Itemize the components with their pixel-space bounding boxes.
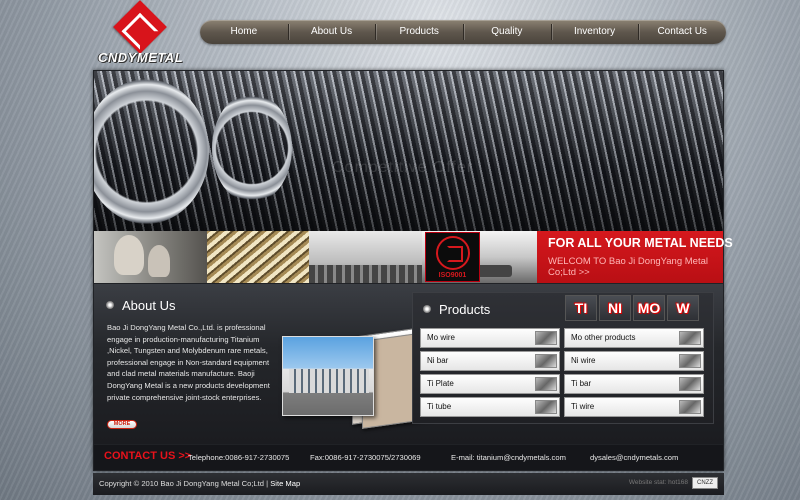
product-ti-plate[interactable]: Ti Plate: [420, 374, 560, 394]
iso-logo-icon: [436, 236, 470, 270]
thumb-workers: [94, 231, 207, 283]
hero-caption: Competitive Offer: [332, 159, 474, 176]
product-ni-wire[interactable]: Ni wire: [564, 351, 704, 371]
product-thumbnail: [679, 377, 701, 391]
product-label: Ni wire: [571, 356, 596, 365]
products-heading: Products: [423, 302, 490, 317]
about-text: Bao Ji DongYang Metal Co.,Ltd. is profes…: [107, 323, 270, 402]
product-mo-other[interactable]: Mo other products: [564, 328, 704, 348]
metal-tabs: TI NI MO W: [565, 295, 699, 321]
product-thumbnail: [679, 331, 701, 345]
flange-ring-image: [94, 79, 209, 224]
logo-wordmark: CNDYMETAL: [98, 50, 184, 65]
product-label: Ti Plate: [427, 379, 454, 388]
product-thumbnail: [535, 331, 557, 345]
bullet-icon: [106, 301, 114, 309]
tagline-box: FOR ALL YOUR METAL NEEDS WELCOM TO Bao J…: [537, 231, 733, 283]
about-heading: About Us: [106, 298, 175, 313]
site-logo[interactable]: CNDYMETAL: [95, 0, 185, 66]
footer-copyright: Copyright © 2010 Bao Ji DongYang Metal C…: [99, 479, 300, 488]
company-brochure-image: [282, 324, 432, 436]
product-ti-tube[interactable]: Ti tube: [420, 397, 560, 417]
product-label: Ti wire: [571, 402, 595, 411]
product-label: Ti bar: [571, 379, 592, 388]
thumb-factory: [309, 231, 422, 283]
about-title: About Us: [122, 298, 176, 313]
content-area: About Us Bao Ji DongYang Metal Co.,Ltd. …: [94, 284, 723, 444]
contact-email[interactable]: E-mail: titanium@cndymetals.com: [451, 453, 566, 462]
flange-ring-image-small: [212, 93, 292, 203]
contact-bar: CONTACT US >> Telephone:0086-917-2730075…: [94, 445, 723, 470]
building-photo: [282, 336, 374, 416]
more-button[interactable]: MORE: [107, 420, 137, 429]
nav-quality[interactable]: Quality: [463, 20, 551, 44]
logo-diamond-icon: [113, 0, 167, 54]
main-frame: Competitive Offer FOR ALL YOUR METAL NEE…: [93, 70, 733, 471]
thumb-bars: [207, 231, 309, 283]
footer: Copyright © 2010 Bao Ji DongYang Metal C…: [93, 473, 724, 495]
product-label: Mo wire: [427, 333, 456, 342]
iso-stamp: ISO9001: [425, 232, 480, 282]
main-nav: Home About Us Products Quality Inventory…: [200, 20, 726, 44]
contact-telephone: Telephone:0086-917-2730075: [188, 453, 290, 462]
product-thumbnail: [679, 354, 701, 368]
tab-ti[interactable]: TI: [565, 295, 597, 321]
product-label: Ni bar: [427, 356, 449, 365]
welcome-link[interactable]: WELCOM TO Bao Ji DongYang Metal Co;Ltd >…: [548, 256, 718, 278]
products-title: Products: [439, 302, 491, 317]
copyright-text: Copyright © 2010 Bao Ji DongYang Metal C…: [99, 479, 269, 488]
image-strip: FOR ALL YOUR METAL NEEDS WELCOM TO Bao J…: [94, 231, 733, 283]
bullet-icon: [423, 305, 431, 313]
nav-home[interactable]: Home: [200, 20, 288, 44]
tab-ni[interactable]: NI: [599, 295, 631, 321]
product-thumbnail: [679, 400, 701, 414]
contact-fax: Fax:0086-917-2730075/2730069: [310, 453, 421, 462]
tab-mo[interactable]: MO: [633, 295, 665, 321]
nav-contact-us[interactable]: Contact Us: [638, 20, 726, 44]
sitemap-link[interactable]: Site Map: [270, 479, 300, 488]
nav-about-us[interactable]: About Us: [287, 20, 376, 44]
product-thumbnail: [535, 354, 557, 368]
product-thumbnail: [535, 377, 557, 391]
nav-products[interactable]: Products: [375, 20, 463, 44]
hero-banner: Competitive Offer: [94, 71, 723, 231]
cnzz-badge[interactable]: CNZZ: [692, 477, 718, 489]
product-label: Mo other products: [571, 333, 636, 342]
product-ti-bar[interactable]: Ti bar: [564, 374, 704, 394]
contact-email-sales[interactable]: dysales@cndymetals.com: [590, 453, 678, 462]
tab-w[interactable]: W: [667, 295, 699, 321]
product-ti-wire[interactable]: Ti wire: [564, 397, 704, 417]
product-grid: Mo wire Mo other products Ni bar Ni wire…: [420, 328, 708, 417]
iso-label: ISO9001: [438, 272, 467, 279]
contact-us-link[interactable]: CONTACT US >>: [104, 450, 191, 462]
product-thumbnail: [535, 400, 557, 414]
products-panel: Products TI NI MO W Mo wire Mo other pro…: [412, 292, 714, 424]
site-stats: Website stat: hot168: [628, 479, 688, 486]
tagline-headline: FOR ALL YOUR METAL NEEDS: [548, 236, 733, 250]
nav-inventory[interactable]: Inventory: [550, 20, 639, 44]
product-ni-bar[interactable]: Ni bar: [420, 351, 560, 371]
product-label: Ti tube: [427, 402, 452, 411]
product-mo-wire[interactable]: Mo wire: [420, 328, 560, 348]
